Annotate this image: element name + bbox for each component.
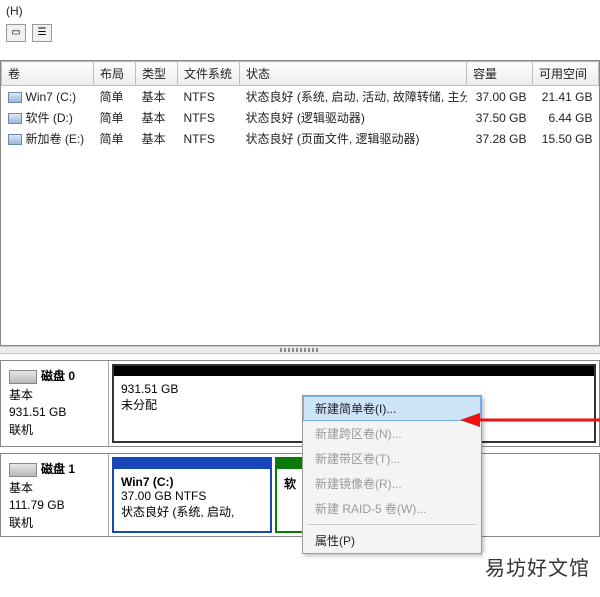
disk-1-row: 磁盘 1 基本 111.79 GB 联机 Win7 (C:) 37.00 GB … <box>0 453 600 537</box>
disk-state: 联机 <box>9 421 100 438</box>
menu-separator <box>307 524 477 525</box>
disk-0-row: 磁盘 0 基本 931.51 GB 联机 931.51 GB 未分配 <box>0 360 600 447</box>
table-row[interactable]: 软件 (D:) 简单基本NTFS 状态良好 (逻辑驱动器)37.50 GB6.4… <box>2 107 599 128</box>
col-free[interactable]: 可用空间 <box>533 62 599 86</box>
disk-state: 联机 <box>9 514 100 531</box>
disk-type: 基本 <box>9 386 100 403</box>
drive-header: (H) <box>6 4 594 18</box>
partition-d[interactable]: 软 <box>275 457 305 533</box>
menu-new-raid5-volume: 新建 RAID-5 卷(W)... <box>303 496 481 521</box>
disk-size: 111.79 GB <box>9 498 100 512</box>
disk-type: 基本 <box>9 479 100 496</box>
splitter[interactable] <box>0 346 600 354</box>
table-row[interactable]: 新加卷 (E:) 简单基本NTFS 状态良好 (页面文件, 逻辑驱动器)37.2… <box>2 128 599 149</box>
col-status[interactable]: 状态 <box>240 62 467 86</box>
menu-new-simple-volume[interactable]: 新建简单卷(I)... <box>303 396 481 421</box>
col-layout[interactable]: 布局 <box>94 62 136 86</box>
menu-new-mirror-volume: 新建镜像卷(R)... <box>303 471 481 496</box>
table-row[interactable]: Win7 (C:) 简单基本NTFS 状态良好 (系统, 启动, 活动, 故障转… <box>2 86 599 108</box>
context-menu: 新建简单卷(I)... 新建跨区卷(N)... 新建带区卷(T)... 新建镜像… <box>302 395 482 554</box>
col-fs[interactable]: 文件系统 <box>178 62 240 86</box>
volume-list[interactable]: 卷 布局 类型 文件系统 状态 容量 可用空间 Win7 (C:) 简单基本NT… <box>0 60 600 346</box>
annotation-arrow-icon <box>460 410 600 430</box>
col-volume[interactable]: 卷 <box>2 62 94 86</box>
toolbar-btn-1[interactable]: ▭ <box>6 24 26 42</box>
disk-icon <box>9 370 37 384</box>
disk-title: 磁盘 0 <box>41 369 75 383</box>
disk-title: 磁盘 1 <box>41 462 75 476</box>
watermark: 易坊好文馆 <box>483 552 592 581</box>
drive-icon <box>8 113 22 124</box>
col-capacity[interactable]: 容量 <box>467 62 533 86</box>
drive-icon <box>8 134 22 145</box>
col-type[interactable]: 类型 <box>136 62 178 86</box>
disk-size: 931.51 GB <box>9 405 100 419</box>
disk-icon <box>9 463 37 477</box>
toolbar-btn-2[interactable]: ☰ <box>32 24 52 42</box>
partition-c[interactable]: Win7 (C:) 37.00 GB NTFS 状态良好 (系统, 启动, <box>112 457 272 533</box>
menu-new-striped-volume: 新建带区卷(T)... <box>303 446 481 471</box>
toolbar: ▭ ☰ <box>6 24 594 42</box>
drive-icon <box>8 92 22 103</box>
menu-new-spanned-volume: 新建跨区卷(N)... <box>303 421 481 446</box>
menu-properties[interactable]: 属性(P) <box>303 528 481 553</box>
